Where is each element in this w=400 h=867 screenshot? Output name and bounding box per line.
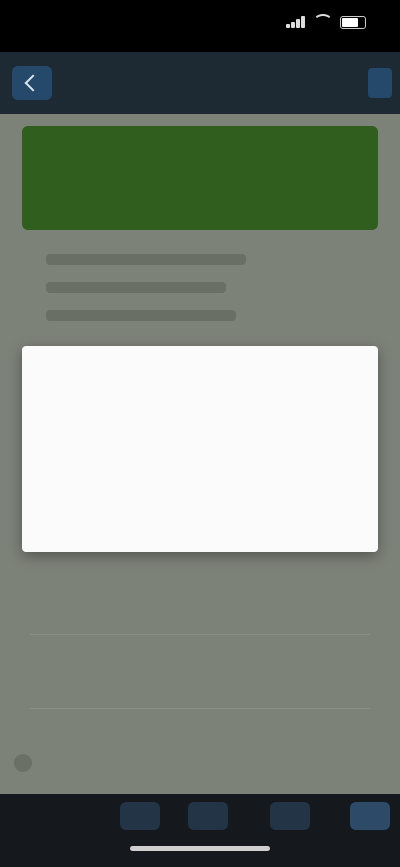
nav-profile-icon[interactable] bbox=[350, 802, 390, 830]
info-line bbox=[46, 282, 226, 293]
back-button[interactable] bbox=[12, 66, 52, 100]
nav-home-icon[interactable] bbox=[120, 802, 160, 830]
bottom-nav bbox=[0, 794, 400, 867]
status-banner bbox=[22, 126, 378, 230]
status-icons bbox=[286, 14, 366, 30]
wifi-icon bbox=[313, 14, 333, 30]
home-indicator[interactable] bbox=[130, 846, 270, 851]
menu-icon[interactable] bbox=[368, 68, 392, 98]
dialog-ok-button[interactable] bbox=[292, 498, 348, 530]
info-line bbox=[46, 310, 236, 321]
nav-activity-icon[interactable] bbox=[270, 802, 310, 830]
battery-icon bbox=[340, 15, 366, 29]
status-bar bbox=[0, 0, 400, 52]
info-block bbox=[46, 254, 266, 338]
divider bbox=[30, 634, 370, 635]
app-bar bbox=[0, 52, 400, 114]
info-line bbox=[46, 254, 246, 265]
side-indicator bbox=[14, 754, 32, 772]
divider bbox=[30, 708, 370, 709]
nav-search-icon[interactable] bbox=[188, 802, 228, 830]
signal-icon bbox=[286, 16, 306, 28]
alert-dialog bbox=[22, 346, 378, 552]
screen bbox=[0, 0, 400, 867]
battery-level bbox=[342, 17, 358, 27]
